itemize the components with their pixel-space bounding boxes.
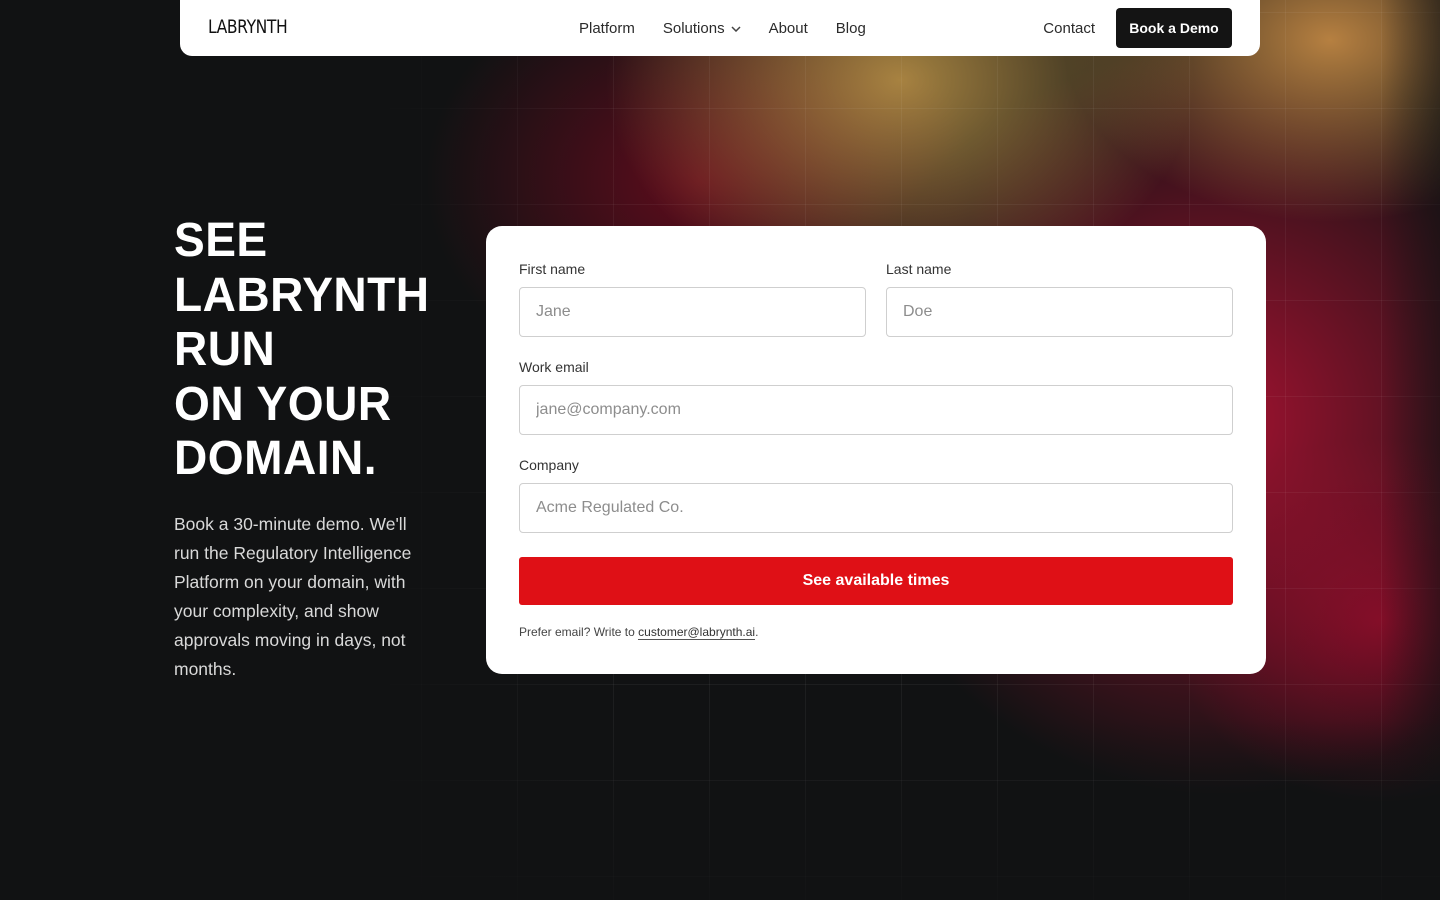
hero-title-line: SEE bbox=[174, 214, 268, 267]
demo-request-form: First name Last name Work email Company … bbox=[486, 226, 1266, 674]
chevron-down-icon bbox=[731, 23, 741, 35]
top-navigation-bar: LABRYNTH Platform Solutions About Blog C… bbox=[180, 0, 1260, 56]
nav-link-about[interactable]: About bbox=[769, 20, 808, 37]
nav-link-solutions[interactable]: Solutions bbox=[663, 20, 741, 37]
book-demo-button[interactable]: Book a Demo bbox=[1116, 8, 1232, 48]
nav-link-blog[interactable]: Blog bbox=[836, 20, 866, 37]
footnote-prefix: Prefer email? Write to bbox=[519, 625, 639, 639]
last-name-input[interactable] bbox=[886, 287, 1233, 337]
footnote-suffix: . bbox=[755, 625, 759, 639]
work-email-label: Work email bbox=[519, 359, 589, 375]
hero-title: SEE LABRYNTH RUN ON YOUR DOMAIN. bbox=[174, 214, 443, 487]
background-fade-bottom bbox=[0, 720, 1440, 900]
hero-title-line: DOMAIN. bbox=[174, 432, 378, 485]
hero-title-line: RUN bbox=[174, 323, 276, 376]
brand-logo[interactable]: LABRYNTH bbox=[208, 16, 288, 38]
first-name-input[interactable] bbox=[519, 287, 866, 337]
hero-subtitle: Book a 30-minute demo. We'll run the Reg… bbox=[174, 514, 412, 679]
nav-link-solutions-label: Solutions bbox=[662, 19, 725, 37]
see-available-times-button[interactable]: See available times bbox=[519, 557, 1233, 605]
nav-link-contact[interactable]: Contact bbox=[1043, 0, 1095, 56]
company-input[interactable] bbox=[519, 483, 1233, 533]
first-name-label: First name bbox=[519, 261, 586, 277]
nav-link-platform[interactable]: Platform bbox=[579, 20, 635, 37]
hero-title-line: LABRYNTH bbox=[174, 268, 430, 322]
contact-email-link[interactable]: customer@labrynth.ai bbox=[638, 625, 756, 640]
work-email-input[interactable] bbox=[519, 385, 1233, 435]
last-name-label: Last name bbox=[886, 261, 952, 277]
nav-links: Platform Solutions About Blog bbox=[579, 0, 866, 56]
email-footnote: Prefer email? Write to customer@labrynth… bbox=[519, 625, 759, 640]
company-label: Company bbox=[519, 457, 579, 473]
hero-title-line: ON YOUR bbox=[174, 377, 392, 431]
